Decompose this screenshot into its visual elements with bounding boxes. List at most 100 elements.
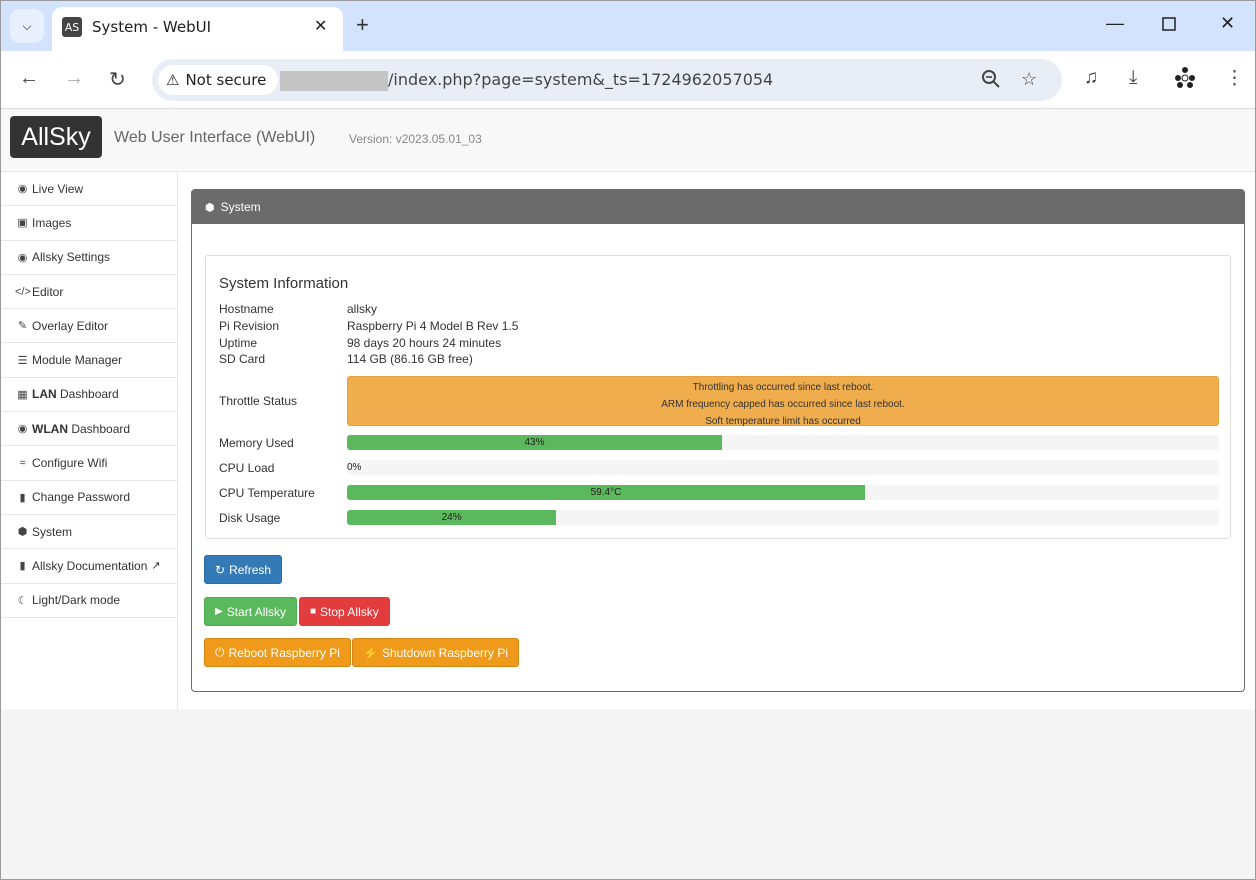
top-header: AllSky Web User Interface (WebUI) Versio… xyxy=(1,110,1255,172)
cpu-load-label: CPU Load xyxy=(219,461,275,475)
media-queue-icon[interactable]: ♫ xyxy=(1084,67,1098,89)
allsky-logo[interactable]: AllSky xyxy=(10,116,102,158)
tab-search-button[interactable]: ⌵ xyxy=(10,9,44,43)
tab-title: System - WebUI xyxy=(92,18,211,36)
disk-progress-fill: 24% xyxy=(347,510,557,525)
sidebar-item-label: Images xyxy=(32,215,72,230)
sidebar-item-label: Dashboard xyxy=(68,421,131,436)
code-icon: </> xyxy=(15,285,31,298)
cpu-temp-label: CPU Temperature xyxy=(219,486,315,500)
start-button-label: Start Allsky xyxy=(226,604,287,619)
close-icon[interactable]: ✕ xyxy=(314,16,327,36)
browser-tab[interactable]: AS System - WebUI ✕ xyxy=(52,7,343,51)
window-close-icon[interactable]: ✕ xyxy=(1220,13,1235,34)
eye-icon: ◉ xyxy=(17,183,28,196)
forward-arrow-icon[interactable]: → xyxy=(64,67,84,90)
sidebar-item-light-dark-mode[interactable]: ☾ Light/Dark mode xyxy=(1,584,177,618)
sidebar-item-label: Allsky Documentation xyxy=(32,558,148,573)
disk-label: Disk Usage xyxy=(219,511,281,525)
sidebar-item-configure-wifi[interactable]: ≈ Configure Wifi xyxy=(1,446,177,481)
bookmark-star-icon[interactable]: ☆ xyxy=(1021,69,1037,90)
sidebar-item-label: Overlay Editor xyxy=(32,318,109,333)
start-allsky-button[interactable]: ▶ Start Allsky xyxy=(204,597,298,626)
hostname-label: Hostname xyxy=(219,302,274,316)
sidebar-item-wlan-dashboard[interactable]: ◉ WLAN Dashboard xyxy=(1,412,177,447)
power-icon: ⏻ xyxy=(215,645,225,659)
profile-avatar-icon[interactable] xyxy=(1173,65,1197,95)
sidebar-item-allsky-documentation[interactable]: ▮ Allsky Documentation ↗ xyxy=(1,549,177,584)
address-bar[interactable]: ⚠ Not secure /index.php?page=system&_ts=… xyxy=(152,59,1062,101)
sidebar-item-lan-dashboard[interactable]: ▦ LAN Dashboard xyxy=(1,378,177,413)
system-panel: ⬢ System System Information Hostname all… xyxy=(191,189,1245,692)
sidebar-item-module-manager[interactable]: ☰ Module Manager xyxy=(1,343,177,378)
sidebar: ◉ Live View ▣ Images ◉ Allsky Settings <… xyxy=(1,172,178,709)
sidebar-item-label: Allsky Settings xyxy=(32,250,111,265)
webui-page: AllSky Web User Interface (WebUI) Versio… xyxy=(1,110,1255,879)
memory-progress-fill: 43% xyxy=(347,435,722,450)
refresh-button[interactable]: ↻ Refresh xyxy=(204,555,283,584)
sidebar-item-editor[interactable]: </> Editor xyxy=(1,275,177,310)
sidebar-item-label: Configure Wifi xyxy=(32,456,108,471)
version-label: Version: v2023.05.01_03 xyxy=(349,132,482,146)
download-icon[interactable]: ⤓ xyxy=(1129,67,1137,89)
sidebar-item-label: System xyxy=(32,524,73,539)
hostname-value: allsky xyxy=(347,302,378,316)
shutdown-button-label: Shutdown Raspberry Pi xyxy=(381,645,509,660)
brand-title: Web User Interface (WebUI) xyxy=(114,129,316,146)
minimize-icon[interactable]: — xyxy=(1106,13,1124,34)
cpu-temp-progress-bar: 59.4°C xyxy=(347,485,1219,500)
reboot-button-label: Reboot Raspberry Pi xyxy=(228,645,340,660)
sidebar-item-label: Light/Dark mode xyxy=(32,593,121,608)
chevron-down-icon: ⌵ xyxy=(22,18,32,33)
play-icon: ▶ xyxy=(215,606,223,617)
throttle-line: Soft temperature limit has occurred xyxy=(705,416,861,427)
reboot-button[interactable]: ⏻ Reboot Raspberry Pi xyxy=(204,638,351,667)
network-icon: ▦ xyxy=(17,388,28,401)
cpu-load-progress-bar: 0% xyxy=(347,460,1219,475)
security-label: Not secure xyxy=(185,71,267,89)
browser-toolbar: ← → ↻ ⚠ Not secure /index.php?page=syste… xyxy=(1,51,1255,109)
maximize-icon[interactable] xyxy=(1162,15,1176,36)
external-link-icon: ↗ xyxy=(151,560,161,573)
lock-icon: ▮ xyxy=(19,491,26,504)
sdcard-label: SD Card xyxy=(219,352,266,366)
stop-button-label: Stop Allsky xyxy=(320,604,379,619)
stop-allsky-button[interactable]: ■ Stop Allsky xyxy=(299,597,390,626)
sidebar-item-images[interactable]: ▣ Images xyxy=(1,206,177,241)
redacted-host xyxy=(280,71,388,91)
sidebar-item-label-bold: LAN xyxy=(32,387,57,402)
sidebar-item-change-password[interactable]: ▮ Change Password xyxy=(1,481,177,515)
shutdown-button[interactable]: ⚡ Shutdown Raspberry Pi xyxy=(352,638,520,667)
warning-triangle-icon: ⚠ xyxy=(166,71,180,89)
globe-icon: ◉ xyxy=(17,423,28,436)
book-icon: ▮ xyxy=(19,560,26,573)
more-menu-icon[interactable]: ⋮ xyxy=(1225,67,1244,90)
sidebar-item-allsky-settings[interactable]: ◉ Allsky Settings xyxy=(1,241,177,275)
zoom-icon[interactable] xyxy=(981,69,1001,94)
system-information-box: System Information Hostname allsky Pi Re… xyxy=(205,255,1231,539)
url-text: /index.php?page=system&_ts=1724962057054 xyxy=(388,70,774,89)
back-arrow-icon[interactable]: ← xyxy=(19,67,39,90)
sidebar-item-overlay-editor[interactable]: ✎ Overlay Editor xyxy=(1,309,177,344)
memory-progress-bar: 43% xyxy=(347,435,1219,450)
cube-icon: ⬢ xyxy=(17,526,28,539)
pi-revision-label: Pi Revision xyxy=(219,319,280,333)
image-icon: ▣ xyxy=(17,217,28,230)
disk-progress-bar: 24% xyxy=(347,510,1219,525)
throttle-line: Throttling has occurred since last reboo… xyxy=(692,382,874,393)
reload-icon[interactable]: ↻ xyxy=(109,67,126,92)
info-title: System Information xyxy=(219,275,349,292)
sidebar-item-label: Change Password xyxy=(32,490,131,505)
sidebar-item-label: Dashboard xyxy=(56,387,119,402)
uptime-label: Uptime xyxy=(219,336,258,350)
sidebar-item-system[interactable]: ⬢ System xyxy=(1,515,177,550)
new-tab-plus-icon[interactable]: + xyxy=(356,12,369,38)
sidebar-item-live-view[interactable]: ◉ Live View xyxy=(1,172,177,207)
panel-title: System xyxy=(220,200,261,214)
browser-tab-strip: ⌵ AS System - WebUI ✕ + — ✕ xyxy=(1,1,1255,51)
tab-favicon: AS xyxy=(62,17,82,37)
throttle-status-alert: Throttling has occurred since last reboo… xyxy=(347,376,1219,427)
sidebar-item-label-bold: WLAN xyxy=(32,421,68,436)
security-chip[interactable]: ⚠ Not secure xyxy=(158,65,279,95)
wifi-icon: ≈ xyxy=(19,457,26,470)
